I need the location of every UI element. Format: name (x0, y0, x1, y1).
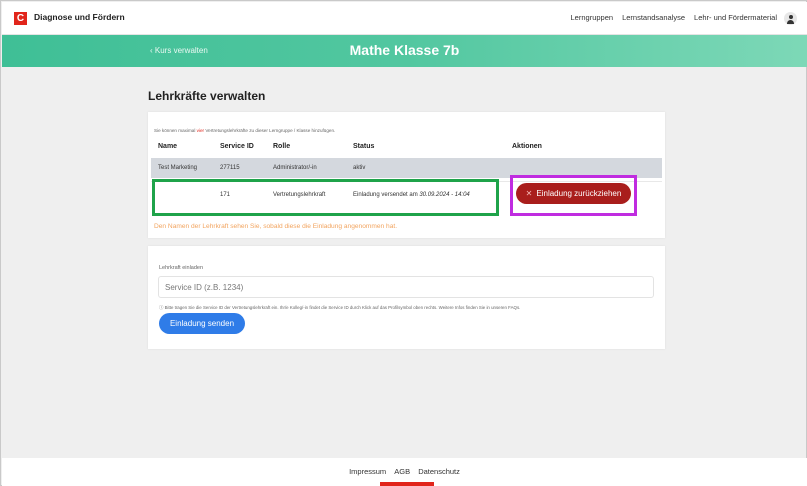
service-id-info-text: Bitte tragen Sie die Service ID der Vert… (164, 305, 521, 310)
course-header-band: ‹ Kurs verwalten Mathe Klasse 7b (2, 35, 807, 67)
col-header-service-id: Service ID (220, 143, 254, 150)
nav-lerngruppen[interactable]: Lerngruppen (571, 13, 614, 22)
highlight-box-magenta (510, 175, 637, 216)
highlight-box-green (152, 179, 499, 216)
nav-material[interactable]: Lehr- und Fördermaterial (694, 13, 777, 22)
footer-link-agb[interactable]: AGB (394, 467, 410, 476)
footer-link-datenschutz[interactable]: Datenschutz (418, 467, 460, 476)
max-teachers-hint: Sie können maximal vier Vertretungslehrk… (154, 128, 336, 133)
footer-logo (380, 482, 434, 486)
nav-lernstandsanalyse[interactable]: Lernstandsanalyse (622, 13, 685, 22)
col-header-status: Status (353, 143, 375, 150)
invite-label: Lehrkraft einladen (159, 265, 204, 271)
hint-highlight: vier (196, 128, 205, 133)
cornelsen-logo-icon[interactable]: C (14, 12, 27, 25)
footer-link-impressum[interactable]: Impressum (349, 467, 386, 476)
send-invitation-button[interactable]: Einladung senden (159, 313, 245, 334)
page-title: Lehrkräfte verwalten (148, 89, 266, 103)
invite-card: Lehrkraft einladen ⓘ Bitte tragen Sie di… (148, 246, 665, 349)
browser-frame: C Diagnose und Fördern Lerngruppen Lerns… (0, 0, 807, 486)
col-header-role: Rolle (273, 143, 291, 150)
top-navigation-bar: C Diagnose und Fördern Lerngruppen Lerns… (2, 2, 807, 35)
service-id-info: ⓘ Bitte tragen Sie die Service ID der Ve… (159, 305, 520, 311)
service-id-input[interactable] (158, 276, 654, 298)
teachers-card: Sie können maximal vier Vertretungslehrk… (148, 112, 665, 238)
col-header-actions: Aktionen (512, 143, 542, 150)
cell-role: Administrator/-in (273, 165, 317, 171)
cell-status: aktiv (353, 165, 366, 171)
cell-service-id: 277115 (220, 165, 240, 171)
col-header-name: Name (158, 143, 178, 150)
footer-links: Impressum AGB Datenschutz (2, 467, 807, 476)
app-title[interactable]: Diagnose und Fördern (34, 12, 125, 22)
cell-name: Test Marketing (158, 165, 198, 171)
name-visibility-note: Den Namen der Lehrkraft sehen Sie, sobal… (154, 223, 398, 230)
profile-icon[interactable] (784, 12, 797, 25)
main-nav: Lerngruppen Lernstandsanalyse Lehr- und … (571, 13, 777, 22)
footer: Impressum AGB Datenschutz (2, 458, 807, 486)
course-title: Mathe Klasse 7b (349, 42, 460, 58)
